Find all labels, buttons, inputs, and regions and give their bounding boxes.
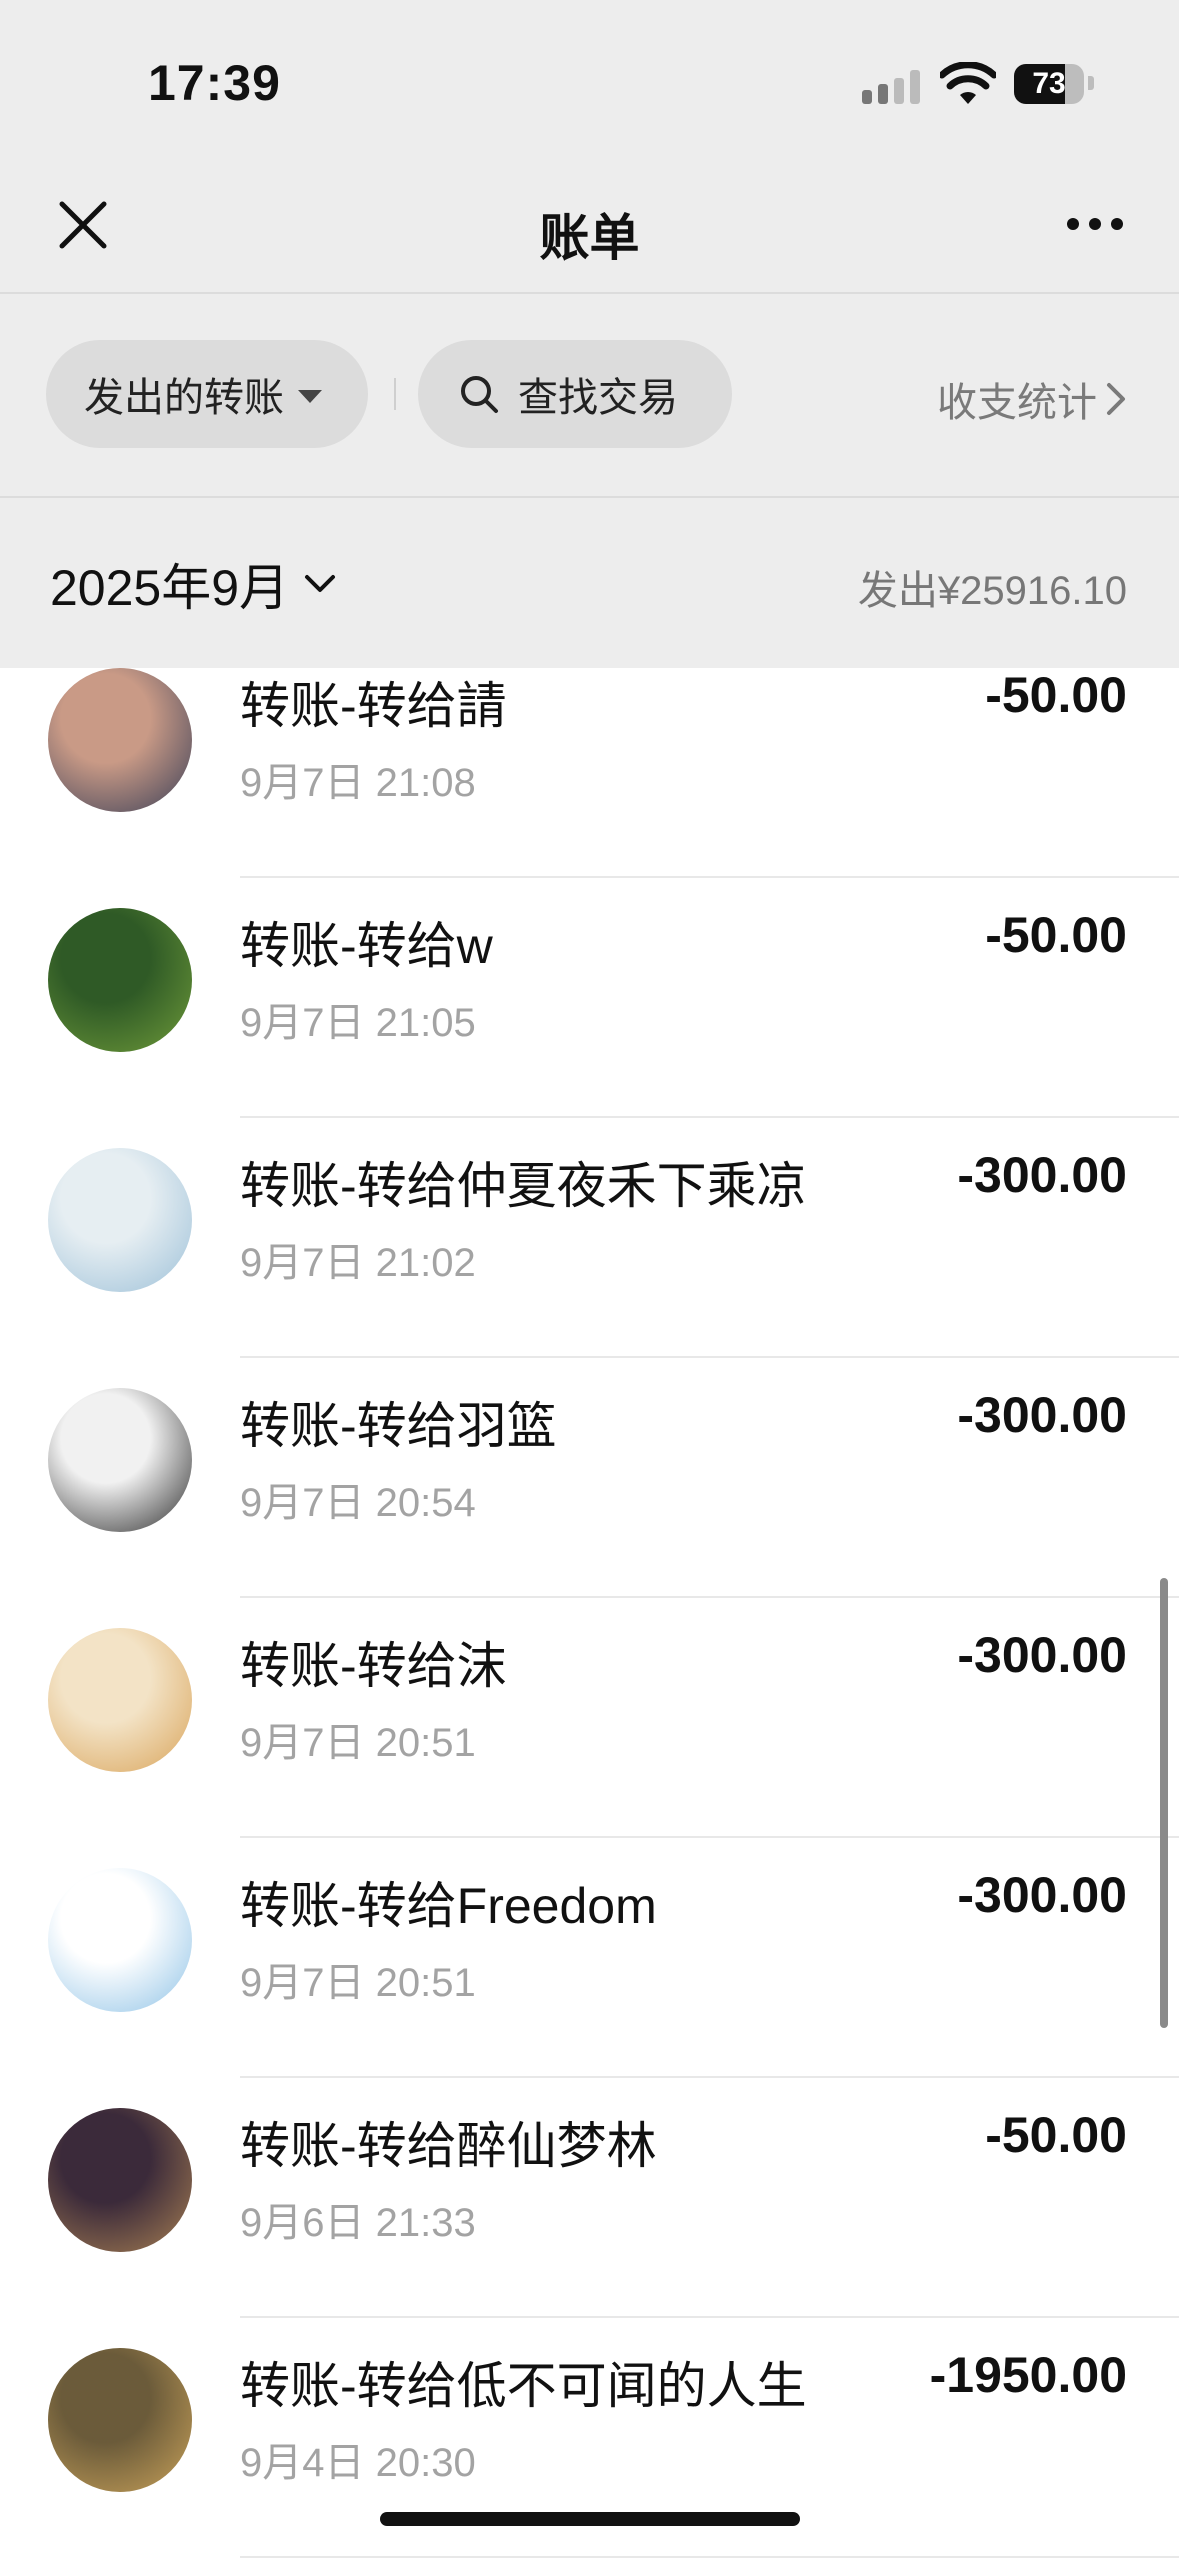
chevron-down-icon (305, 575, 336, 592)
battery-icon: 73 (1014, 64, 1084, 104)
battery-level: 73 (1032, 67, 1066, 100)
transaction-title: 转账-转给Freedom (240, 1878, 657, 1934)
transaction-amount: -300.00 (957, 1147, 1127, 1203)
month-label: 2025年9月 (50, 560, 290, 616)
page-title: 账单 (539, 210, 640, 266)
avatar (48, 1628, 192, 1772)
transaction-time: 9月7日 21:08 (240, 761, 476, 805)
transaction-amount: -300.00 (957, 1387, 1127, 1443)
signal-icon (862, 70, 922, 104)
sent-transfer-filter-button[interactable]: 发出的转账 (46, 340, 368, 448)
battery-cap (1088, 76, 1094, 90)
search-transaction-button[interactable]: 查找交易 (418, 340, 732, 448)
status-time: 17:39 (148, 55, 281, 111)
transaction-title: 转账-转给請 (240, 678, 507, 734)
transaction-amount: -50.00 (985, 907, 1127, 963)
transaction-time: 9月6日 21:33 (240, 2201, 476, 2245)
transaction-amount: -1950.00 (929, 2347, 1127, 2403)
transaction-row[interactable]: 转账-转给羽篮 9月7日 20:54 -300.00 (0, 1358, 1179, 1598)
avatar (48, 668, 192, 812)
filter-separator (394, 378, 396, 410)
transaction-amount: -300.00 (957, 1867, 1127, 1923)
wifi-icon (940, 62, 996, 104)
transaction-row[interactable]: 转账-转给請 9月7日 21:08 -50.00 (0, 638, 1179, 878)
transaction-title: 转账-转给w (240, 918, 493, 974)
search-transaction-label: 查找交易 (518, 376, 678, 420)
transaction-title: 转账-转给沫 (240, 1638, 507, 1694)
nav-bar: 账单 (0, 160, 1179, 290)
avatar (48, 2108, 192, 2252)
transaction-time: 9月7日 20:51 (240, 1961, 476, 2005)
filter-bar: 发出的转账 查找交易 收支统计 (0, 294, 1179, 496)
transaction-title: 转账-转给仲夏夜禾下乘凉 (240, 1158, 807, 1214)
avatar (48, 1868, 192, 2012)
transaction-row[interactable]: 转账-转给沫 9月7日 20:51 -300.00 (0, 1598, 1179, 1838)
transaction-amount: -50.00 (985, 667, 1127, 723)
month-sent-total: 发出¥25916.10 (857, 569, 1127, 613)
avatar (48, 1148, 192, 1292)
transaction-time: 9月7日 21:02 (240, 1241, 476, 1285)
avatar (48, 1388, 192, 1532)
transaction-time: 9月7日 21:05 (240, 1001, 476, 1045)
transaction-row[interactable]: 转账-转给仲夏夜禾下乘凉 9月7日 21:02 -300.00 (0, 1118, 1179, 1358)
sent-transfer-filter-label: 发出的转账 (84, 376, 284, 420)
transaction-title: 转账-转给醉仙梦林 (240, 2118, 657, 2174)
transaction-time: 9月4日 20:30 (240, 2441, 476, 2485)
scrollbar[interactable] (1160, 1578, 1168, 2028)
transaction-title: 转账-转给羽篮 (240, 1398, 557, 1454)
transaction-title: 转账-转给低不可闻的人生 (240, 2358, 807, 2414)
header-area: 17:39 73 账单 发出的转账 查找交易 收支统计 2025年9月 发出¥2… (0, 0, 1179, 668)
search-icon (461, 376, 498, 413)
income-expense-stats-link[interactable]: 收支统计 (937, 370, 1127, 428)
chevron-right-icon (1107, 383, 1125, 415)
transaction-time: 9月7日 20:51 (240, 1721, 476, 1765)
home-indicator (380, 2512, 800, 2526)
month-selector[interactable]: 2025年9月 (50, 548, 337, 620)
stats-label: 收支统计 (937, 381, 1097, 425)
avatar (48, 2348, 192, 2492)
more-icon[interactable] (1067, 218, 1123, 232)
transaction-row[interactable]: 转账-转给醉仙梦林 9月6日 21:33 -50.00 (0, 2078, 1179, 2318)
transaction-time: 9月7日 20:54 (240, 1481, 476, 1525)
avatar (48, 908, 192, 1052)
caret-down-icon (298, 389, 322, 403)
transaction-amount: -300.00 (957, 1627, 1127, 1683)
transaction-amount: -50.00 (985, 2107, 1127, 2163)
transaction-row[interactable]: 转账-转给Freedom 9月7日 20:51 -300.00 (0, 1838, 1179, 2078)
transaction-row[interactable]: 转账-转给w 9月7日 21:05 -50.00 (0, 878, 1179, 1118)
